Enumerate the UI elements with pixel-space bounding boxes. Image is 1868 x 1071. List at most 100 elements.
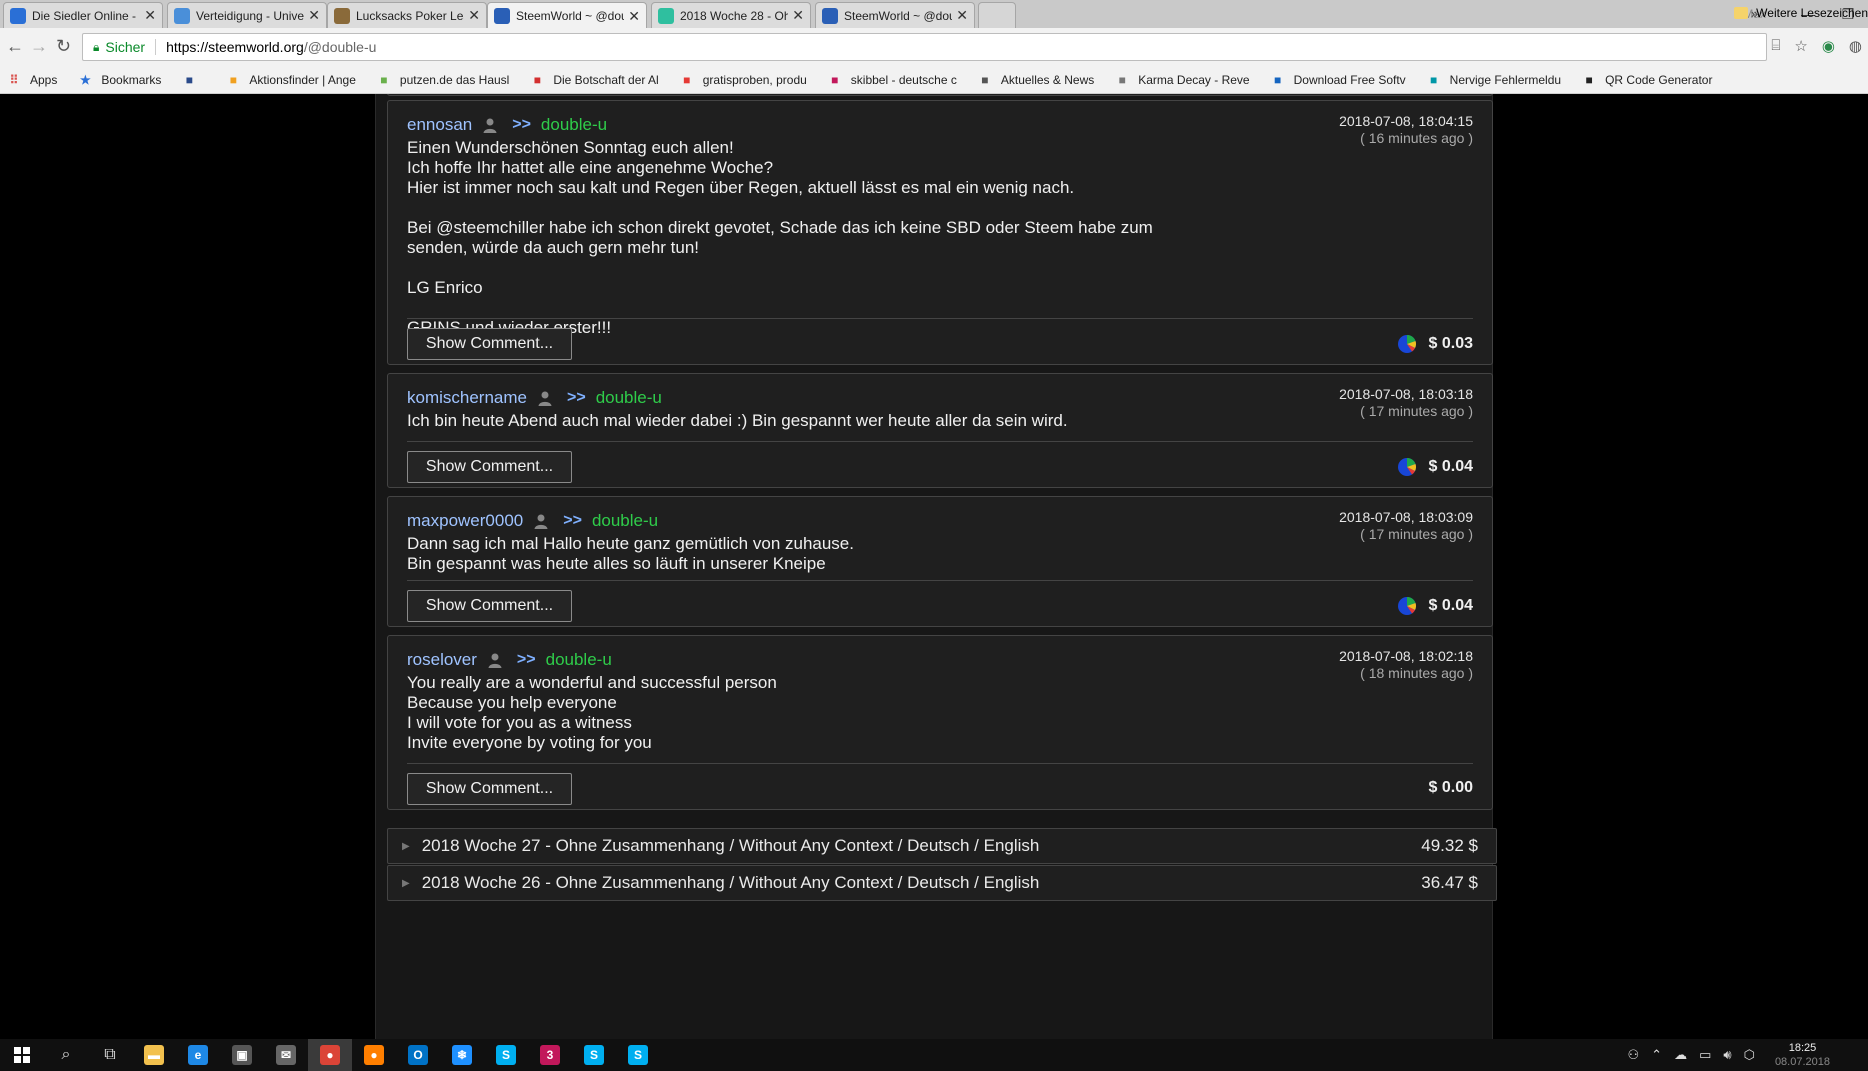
close-tab-icon[interactable]: ✕ (144, 7, 156, 24)
mail-glyph: ✉ (276, 1045, 296, 1065)
post-row[interactable]: ▶ 2018 Woche 27 - Ohne Zusammenhang / Wit… (387, 828, 1497, 864)
reload-icon[interactable]: ↻ (56, 36, 71, 57)
reply-arrow: >> (563, 512, 582, 529)
windows-start-icon[interactable] (0, 1039, 44, 1071)
bookmark-item[interactable]: ■ QR Code Generator (1575, 72, 1712, 88)
comment-line (407, 258, 1153, 278)
bookmark-item[interactable]: ■ Die Botschaft der Al (523, 72, 659, 88)
close-tab-icon[interactable]: ✕ (468, 7, 480, 24)
comment-timestamp: 2018-07-08, 18:04:15( 16 minutes ago ) (1339, 113, 1473, 147)
outlook-icon[interactable]: O (396, 1039, 440, 1071)
translate-icon[interactable]: ⌸ (1771, 37, 1780, 55)
browser-tab[interactable]: 2018 Woche 28 - Ohne Z✕ (651, 2, 811, 28)
comment-card: ennosan >> double-u 2018-07-08, 18:04:15( 1… (387, 100, 1493, 365)
show-comment-button[interactable]: Show Comment... (407, 451, 572, 483)
file-explorer-glyph: ▬ (144, 1045, 164, 1065)
reply-target-link[interactable]: double-u (546, 650, 612, 670)
payout-value: $ 0.04 (1428, 458, 1473, 475)
comment-line: You really are a wonderful and successfu… (407, 673, 777, 692)
new-tab-button[interactable] (978, 2, 1016, 28)
back-icon[interactable]: ← (6, 36, 24, 57)
vote-pie-chart-icon[interactable] (1397, 596, 1417, 616)
other-bookmarks[interactable]: Weitere Lesezeichen (1734, 6, 1868, 20)
bookmark-item[interactable]: ■ Nervige Fehlermeldu (1420, 72, 1561, 88)
close-tab-icon[interactable]: ✕ (956, 7, 968, 24)
tab-favicon-icon (658, 7, 674, 24)
show-comment-button[interactable]: Show Comment... (407, 773, 572, 805)
file-explorer-icon[interactable]: ▬ (132, 1039, 176, 1071)
bookmark-item[interactable]: ★ Bookmarks (71, 72, 161, 88)
tab-title: Lucksacks Poker Leagues (356, 8, 464, 23)
network-icon[interactable]: ▭ (1699, 1047, 1711, 1063)
post-row[interactable]: ▶ 2018 Woche 26 - Ohne Zusammenhang / Wit… (387, 865, 1497, 901)
bookmark-star-icon[interactable]: ☆ (1794, 37, 1807, 55)
mail-icon[interactable]: ✉ (264, 1039, 308, 1071)
reply-arrow: >> (512, 116, 531, 133)
comment-author-link[interactable]: maxpower0000 (407, 511, 523, 531)
extension-icon-2[interactable]: ◍ (1849, 37, 1862, 55)
tab-favicon-icon (822, 7, 838, 24)
address-bar[interactable]: 🔒︎ Sicher https://steemworld.org/@double… (82, 33, 1767, 61)
bookmark-item[interactable]: ⠿ Apps (0, 72, 58, 88)
browser-tab[interactable]: Verteidigung - Universe T✕ (167, 2, 327, 28)
edge-icon[interactable]: e (176, 1039, 220, 1071)
chrome-icon[interactable]: ● (308, 1039, 352, 1071)
bookmark-item[interactable]: ■ Aktuelles & News (971, 72, 1094, 88)
bookmark-item[interactable]: ■ Download Free Softv (1264, 72, 1406, 88)
vote-pie-chart-icon[interactable] (1397, 457, 1417, 477)
onedrive-icon[interactable]: ☁ (1674, 1047, 1687, 1063)
expand-triangle-icon[interactable]: ▶ (402, 878, 410, 889)
extension-icon[interactable]: ◉ (1822, 37, 1835, 55)
expand-triangle-icon[interactable]: ▶ (402, 841, 410, 852)
comment-body: You really are a wonderful and successfu… (407, 673, 777, 753)
bookmark-item[interactable]: ■ (175, 72, 205, 88)
vote-pie-chart-icon[interactable] (1397, 334, 1417, 354)
secure-label[interactable]: Sicher (105, 39, 157, 55)
qr-icon: ■ (1585, 72, 1593, 87)
bookmark-item[interactable]: ■ Aktionsfinder | Ange (219, 72, 356, 88)
comment-author-link[interactable]: ennosan (407, 115, 472, 135)
forward-icon[interactable]: → (30, 36, 48, 57)
comment-body: Einen Wunderschönen Sonntag euch allen! I… (407, 138, 1153, 338)
skype-3-icon[interactable]: S (616, 1039, 660, 1071)
reply-target-link[interactable]: double-u (592, 511, 658, 531)
comment-body: Ich bin heute Abend auch mal wieder dabe… (407, 411, 1068, 431)
people-icon[interactable]: ⚇ (1628, 1047, 1640, 1063)
comment-header: roselover >> double-u (407, 650, 612, 670)
reply-target-link[interactable]: double-u (541, 115, 607, 135)
browser-tab[interactable]: SteemWorld ~ @double- ✕ (815, 2, 975, 28)
close-tab-icon[interactable]: ✕ (308, 7, 320, 24)
bookmark-item[interactable]: ■ gratisproben, produ (673, 72, 807, 88)
firefox-icon[interactable]: ● (352, 1039, 396, 1071)
dropbox-icon[interactable]: ⬡ (1744, 1047, 1755, 1063)
browser-tab[interactable]: SteemWorld ~ @double- ✕ (487, 2, 647, 29)
reply-arrow: >> (516, 651, 536, 668)
skype-2-icon[interactable]: S (572, 1039, 616, 1071)
comment-author-link[interactable]: roselover (407, 650, 477, 670)
messenger-icon[interactable]: 3 (528, 1039, 572, 1071)
tray-expand-icon[interactable]: ⌃ (1651, 1047, 1662, 1063)
star-icon: ★ (79, 72, 91, 87)
search-icon[interactable]: ⌕ (44, 1039, 88, 1071)
snowflake-app-icon[interactable]: ❄ (440, 1039, 484, 1071)
volume-icon[interactable]: 🔊︎ (1723, 1047, 1731, 1063)
show-comment-button[interactable]: Show Comment... (407, 590, 572, 622)
bookmark-item[interactable]: ■ putzen.de das Hausl (370, 72, 509, 88)
browser-tab[interactable]: Die Siedler Online - Brow ✕ (3, 2, 163, 28)
clock[interactable]: 18:25 08.07.2018 (1775, 1041, 1830, 1069)
store-icon[interactable]: ▣ (220, 1039, 264, 1071)
show-comment-button[interactable]: Show Comment... (407, 328, 572, 360)
task-view-icon[interactable]: ⧉ (88, 1039, 132, 1071)
reply-target-link[interactable]: double-u (596, 388, 662, 408)
close-tab-icon[interactable]: ✕ (792, 7, 804, 24)
comment-divider (407, 580, 1473, 581)
skype-1-icon[interactable]: S (484, 1039, 528, 1071)
lock-icon[interactable]: 🔒︎ (93, 40, 99, 55)
gift-icon: ■ (683, 72, 691, 87)
bookmark-item[interactable]: ■ skibbel - deutsche c (821, 72, 957, 88)
url-text[interactable]: https://steemworld.org/@double-u (166, 39, 376, 55)
browser-tab[interactable]: Lucksacks Poker Leagues ✕ (327, 2, 487, 28)
close-tab-icon[interactable]: ✕ (628, 8, 640, 25)
bookmark-item[interactable]: ■ Karma Decay - Reve (1108, 72, 1250, 88)
comment-author-link[interactable]: komischername (407, 388, 527, 408)
